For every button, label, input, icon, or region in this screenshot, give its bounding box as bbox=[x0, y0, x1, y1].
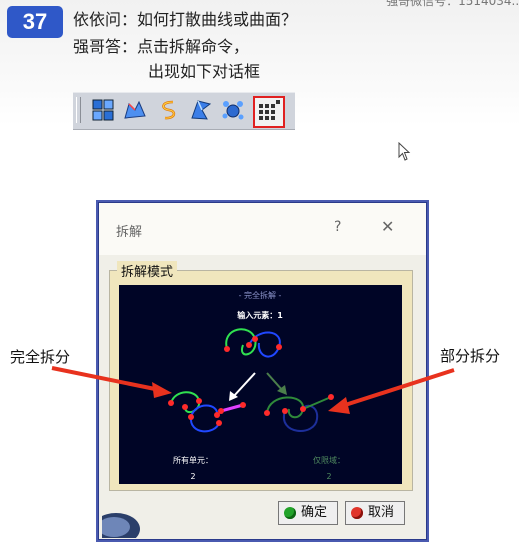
arrow-partial bbox=[266, 372, 284, 392]
mouse-cursor-icon bbox=[398, 141, 412, 166]
join-icon[interactable] bbox=[91, 98, 115, 122]
answer-text: 强哥答：点击拆解命令， bbox=[73, 37, 250, 56]
help-icon[interactable]: ? bbox=[334, 219, 341, 235]
healing-icon[interactable] bbox=[123, 98, 147, 122]
toolbar-grip[interactable] bbox=[76, 97, 81, 123]
ok-label: 确定 bbox=[301, 505, 328, 520]
domain-only-count: 2 bbox=[326, 472, 331, 481]
close-icon[interactable]: ✕ bbox=[381, 217, 394, 236]
partial-disassembly-graphic bbox=[264, 394, 334, 432]
untrim-icon[interactable] bbox=[189, 98, 213, 122]
curve-smooth-icon[interactable] bbox=[157, 98, 181, 122]
preview-header: - 完全拆解 - bbox=[239, 290, 282, 300]
complete-split-label: 完全拆分 bbox=[10, 348, 71, 366]
input-elements-label: 输入元素：1 bbox=[237, 310, 283, 320]
disassemble-mode-preview: - 完全拆解 - 输入元素：1 所有单元： 2 仅限域： 2 bbox=[119, 285, 402, 484]
arrow-full bbox=[232, 372, 256, 398]
dialog-corner-decoration bbox=[92, 483, 152, 545]
dialog-title: 拆解 bbox=[116, 225, 143, 240]
answer-text-continued: 出现如下对话框 bbox=[148, 62, 261, 81]
disassemble-icon[interactable] bbox=[253, 96, 285, 128]
cancel-button[interactable]: 取消 bbox=[345, 501, 405, 525]
cancel-label: 取消 bbox=[368, 505, 395, 520]
cancel-icon bbox=[351, 507, 363, 519]
ok-icon bbox=[284, 507, 296, 519]
operations-toolbar bbox=[73, 92, 295, 130]
disassemble-dialog: 拆解 ? ✕ 拆解模式 - 完全拆解 - 输入元素：1 所有单元： 2 仅限域：… bbox=[92, 202, 427, 545]
mode-group-label: 拆解模式 bbox=[117, 261, 178, 280]
question-text: 依依问：如何打散曲线或曲面？ bbox=[73, 10, 298, 29]
disassemble-icon-a[interactable] bbox=[221, 98, 245, 122]
corner-note: 强哥微信号：1514034... bbox=[386, 0, 519, 8]
slide-number-badge: 37 bbox=[7, 6, 63, 38]
input-element-graphic bbox=[224, 328, 282, 358]
all-cells-count: 2 bbox=[190, 472, 195, 481]
domain-only-label: 仅限域： bbox=[313, 455, 345, 465]
partial-split-label: 部分拆分 bbox=[440, 347, 501, 365]
dialog-title-bar: 拆解 ? ✕ bbox=[99, 203, 426, 255]
ok-button[interactable]: 确定 bbox=[278, 501, 338, 525]
all-cells-label: 所有单元： bbox=[173, 455, 213, 465]
